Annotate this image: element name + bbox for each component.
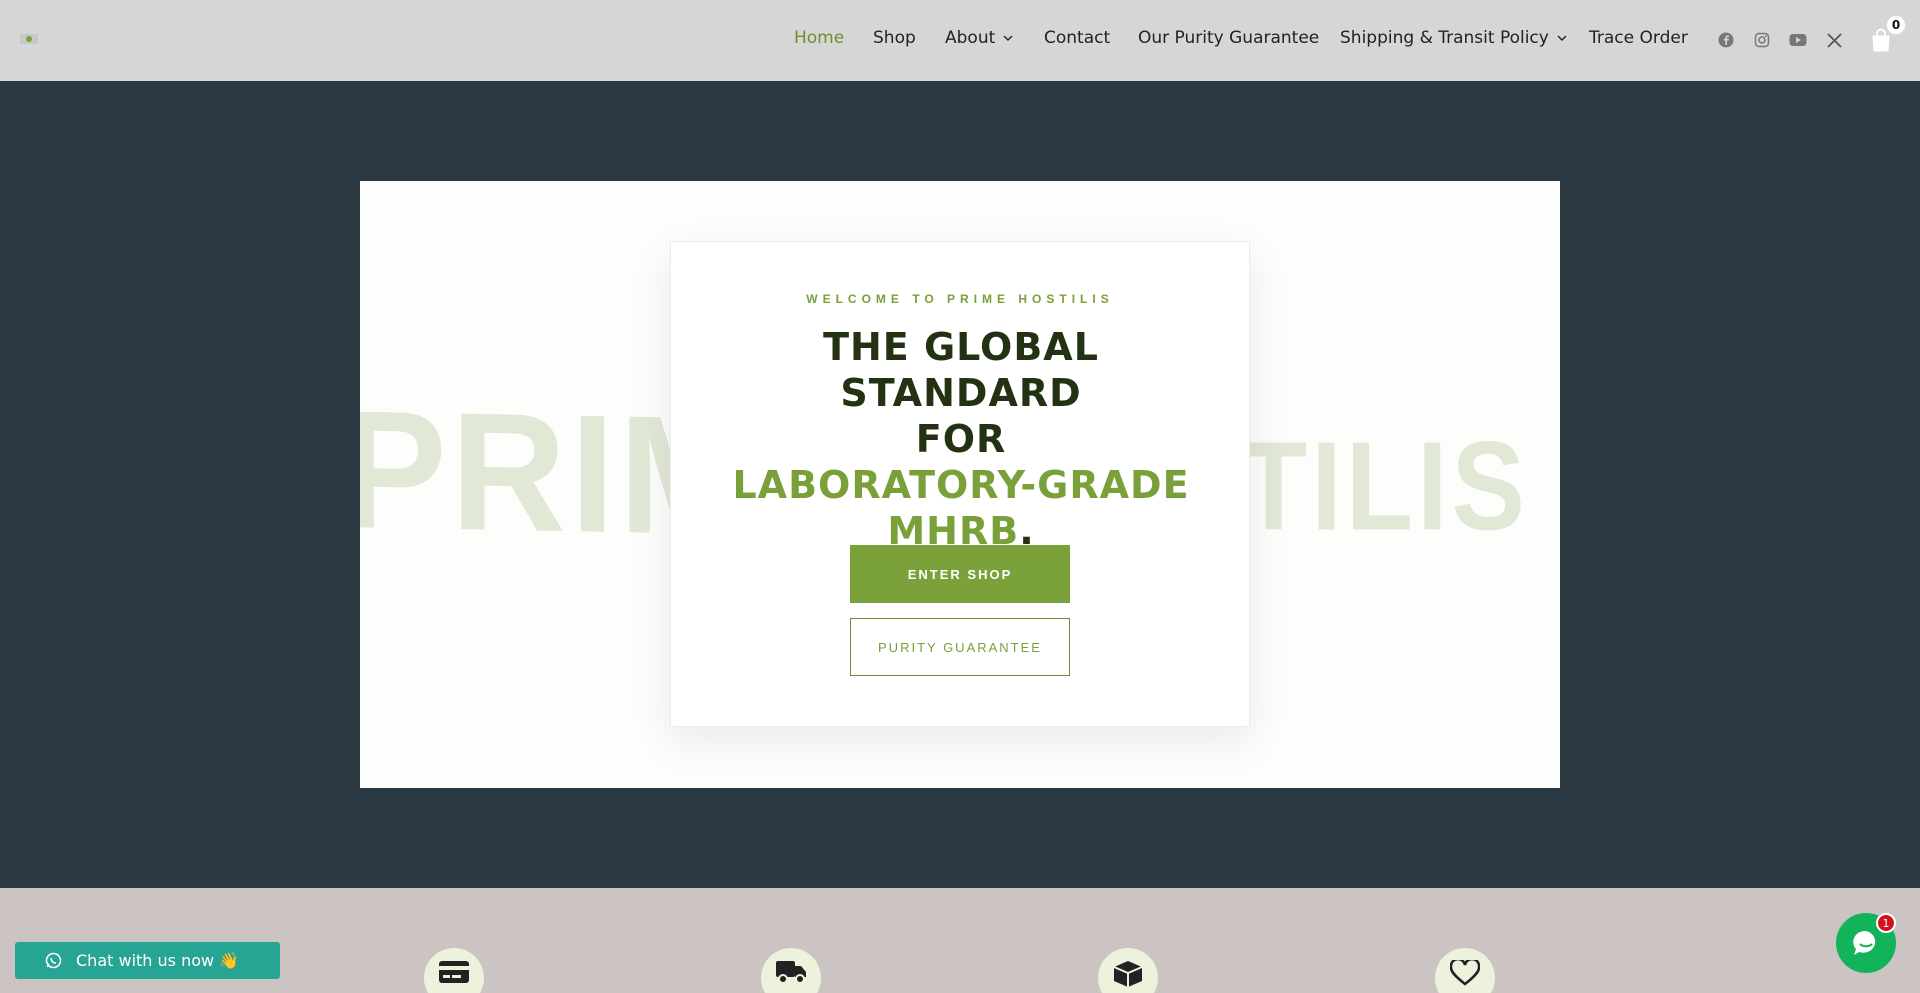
logo[interactable] [20, 34, 38, 44]
whatsapp-chat-button[interactable]: Chat with us now 👋 [15, 942, 280, 979]
enter-shop-button[interactable]: ENTER SHOP [850, 545, 1070, 603]
chat-bubble-icon [1853, 930, 1876, 955]
instagram-icon[interactable] [1753, 31, 1771, 49]
nav-home[interactable]: Home [794, 28, 844, 48]
whatsapp-icon [45, 952, 62, 969]
nav-trace-order[interactable]: Trace Order [1589, 28, 1688, 48]
x-icon[interactable] [1825, 31, 1843, 49]
chevron-down-icon [1003, 35, 1013, 41]
hero-background-word-right: TILIS [1240, 415, 1529, 558]
hero-card: WELCOME TO PRIME HOSTILIS THE GLOBAL STA… [670, 241, 1250, 727]
nav-trace-label: Trace Order [1589, 28, 1688, 48]
chat-button-label: Chat with us now 👋 [76, 951, 240, 970]
hero-eyebrow: WELCOME TO PRIME HOSTILIS [806, 292, 1114, 306]
nav-contact-label: Contact [1044, 28, 1111, 48]
headline-line-1: THE GLOBAL STANDARD [823, 325, 1099, 415]
facebook-icon[interactable] [1717, 31, 1735, 49]
nav-home-label: Home [794, 28, 845, 48]
nav-about[interactable]: About [945, 28, 1013, 48]
nav-shop-label: Shop [873, 28, 916, 48]
site-header: Home Shop About Contact Our Purity Guara… [0, 0, 1920, 81]
cart-count-badge: 0 [1886, 15, 1906, 35]
nav-purity-guarantee[interactable]: Our Purity Guarantee [1138, 28, 1319, 48]
nav-shop[interactable]: Shop [873, 28, 916, 48]
nav-shipping-policy[interactable]: Shipping & Transit Policy [1340, 28, 1567, 48]
nav-about-label: About [945, 28, 996, 48]
chevron-down-icon [1557, 35, 1567, 41]
headline-line-2: FOR [915, 417, 1007, 461]
hero-headline: THE GLOBAL STANDARD FOR LABORATORY-GRADE… [711, 324, 1211, 554]
chat-unread-badge: 1 [1876, 913, 1896, 933]
nav-purity-label: Our Purity Guarantee [1138, 28, 1320, 48]
nav-contact[interactable]: Contact [1044, 28, 1110, 48]
nav-shipping-label: Shipping & Transit Policy [1340, 28, 1549, 48]
youtube-icon[interactable] [1789, 31, 1807, 49]
features-strip [0, 888, 1920, 993]
headline-accent-1: LABORATORY-GRADE [732, 463, 1190, 507]
purity-guarantee-button[interactable]: PURITY GUARANTEE [850, 618, 1070, 676]
